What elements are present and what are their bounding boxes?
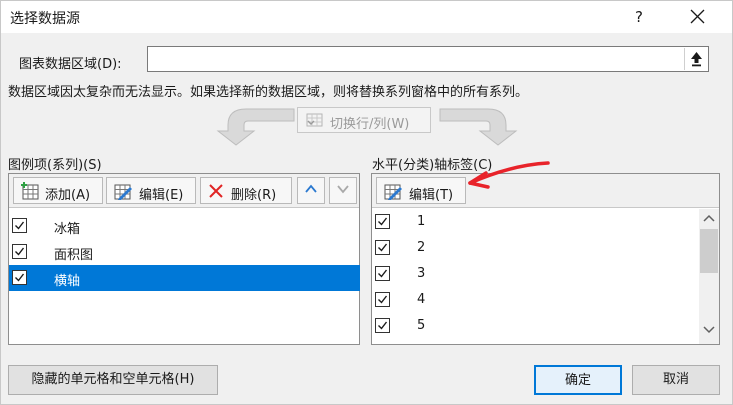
axis-item[interactable]: 5 [372,313,697,339]
switch-row-column-button: 切换行/列(W) [297,107,431,133]
series-label: 冰箱 [54,222,81,237]
legend-toolbar: 添加(A) 编辑(E) 删除(R) [9,174,359,208]
add-series-button[interactable]: 添加(A) [13,177,103,204]
switch-row-column-icon [306,113,323,127]
add-series-label: 添加(A) [45,188,91,203]
axis-item-checkbox[interactable] [375,292,390,307]
axis-item-label: 5 [417,318,426,333]
axis-item-label: 4 [417,292,426,307]
checkmark-icon [15,247,25,256]
dialog-title: 选择数据源 [10,11,80,27]
checkmark-icon [378,321,388,330]
switch-row-column-label: 切换行/列(W) [330,117,410,132]
move-down-button[interactable] [329,177,357,204]
delete-x-icon [209,184,223,198]
edit-series-button[interactable]: 编辑(E) [106,177,196,204]
series-checkbox[interactable] [12,218,27,233]
scroll-thumb[interactable] [700,229,718,273]
axis-labels-panel: 编辑(T) 1 2 3 4 5 [371,173,720,345]
close-button[interactable] [678,3,718,31]
add-table-icon [21,182,39,200]
series-label: 面积图 [54,248,94,263]
data-range-label: 图表数据区域(D): [19,57,122,72]
select-data-source-dialog: 选择数据源 ? 图表数据区域(D): 数据区域因太复杂而无法显示。如果选择新的数… [0,0,733,405]
collapse-up-arrow-icon [691,52,702,67]
checkmark-icon [378,243,388,252]
legend-entries-panel: 添加(A) 编辑(E) 删除(R) 冰箱 面积图 横轴 [8,173,360,345]
move-up-button[interactable] [297,177,325,204]
axis-item-label: 1 [417,214,426,229]
cancel-button[interactable]: 取消 [632,365,720,395]
checkmark-icon [378,269,388,278]
series-checkbox[interactable] [12,244,27,259]
checkmark-icon [15,273,25,282]
axis-item[interactable]: 3 [372,261,697,287]
axis-item-checkbox[interactable] [375,214,390,229]
axis-scrollbar[interactable] [699,209,719,344]
data-range-input[interactable] [147,46,709,72]
edit-axis-labels-button[interactable]: 编辑(T) [376,177,466,204]
axis-item-checkbox[interactable] [375,266,390,281]
chevron-up-icon [305,184,317,193]
edit-axis-labels-label: 编辑(T) [409,188,454,203]
delete-series-button[interactable]: 删除(R) [200,177,292,204]
axis-item[interactable]: 1 [372,209,697,235]
series-item-horizontal-axis[interactable]: 横轴 [9,265,360,291]
data-range-collapse-button[interactable] [684,48,707,70]
axis-item-checkbox[interactable] [375,318,390,333]
edit-series-label: 编辑(E) [139,188,184,203]
curved-arrow-left-icon [216,108,295,146]
scroll-up-arrow-icon[interactable] [702,213,716,223]
axis-item-label: 3 [417,266,426,281]
checkmark-icon [378,295,388,304]
axis-item-label: 2 [417,240,426,255]
edit-table-icon [114,184,132,200]
series-label: 横轴 [54,274,81,289]
series-checkbox[interactable] [12,270,27,285]
hidden-empty-cells-button[interactable]: 隐藏的单元格和空单元格(H) [8,365,218,395]
edit-table-icon [384,184,402,200]
red-annotation-arrow-icon [468,161,550,189]
axis-item[interactable]: 4 [372,287,697,313]
checkmark-icon [378,217,388,226]
curved-arrow-right-icon [439,108,518,146]
ok-button[interactable]: 确定 [534,365,622,395]
series-item-area-chart[interactable]: 面积图 [9,239,360,265]
close-icon [690,9,705,24]
info-text: 数据区域因太复杂而无法显示。如果选择新的数据区域，则将替换系列窗格中的所有系列。 [8,85,529,100]
legend-entries-label: 图例项(系列)(S) [8,158,102,173]
axis-item-checkbox[interactable] [375,240,390,255]
checkmark-icon [15,221,25,230]
help-button[interactable]: ? [625,3,653,31]
delete-series-label: 删除(R) [231,188,277,203]
series-item-fridge[interactable]: 冰箱 [9,213,360,239]
title-bar: 选择数据源 ? [1,1,732,33]
chevron-down-icon [337,185,349,194]
scroll-down-arrow-icon[interactable] [702,325,716,335]
axis-item[interactable]: 2 [372,235,697,261]
